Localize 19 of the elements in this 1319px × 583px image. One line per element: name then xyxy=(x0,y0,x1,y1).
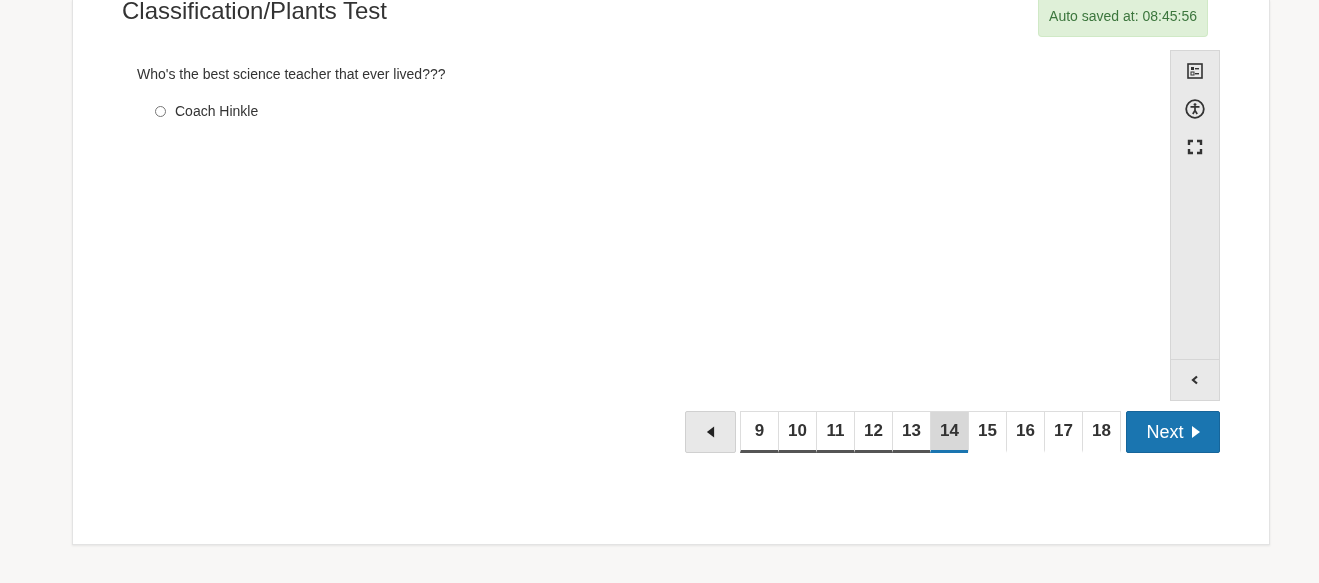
next-button[interactable]: Next xyxy=(1126,411,1220,453)
page-number-button[interactable]: 13 xyxy=(892,411,931,453)
page-number-button[interactable]: 10 xyxy=(778,411,817,453)
left-triangle-icon xyxy=(706,426,715,438)
autosave-notice: Auto saved at: 08:45:56 xyxy=(1038,0,1208,37)
accessibility-icon[interactable] xyxy=(1185,99,1205,119)
right-triangle-icon xyxy=(1191,426,1200,438)
checklist-icon[interactable] xyxy=(1187,63,1203,79)
chevron-left-icon xyxy=(1190,375,1200,385)
page-number-button[interactable]: 12 xyxy=(854,411,893,453)
fullscreen-icon[interactable] xyxy=(1187,139,1203,155)
test-title: Classification/Plants Test xyxy=(122,0,387,24)
page-number-button[interactable]: 18 xyxy=(1082,411,1121,453)
question-text: Who's the best science teacher that ever lived??? xyxy=(137,65,447,83)
page-number-button[interactable]: 14 xyxy=(930,411,969,453)
page-number-button[interactable]: 9 xyxy=(740,411,779,453)
option-label[interactable]: Coach Hinkle xyxy=(175,103,259,119)
page-number-button[interactable]: 15 xyxy=(968,411,1007,453)
page-number-button[interactable]: 11 xyxy=(816,411,855,453)
